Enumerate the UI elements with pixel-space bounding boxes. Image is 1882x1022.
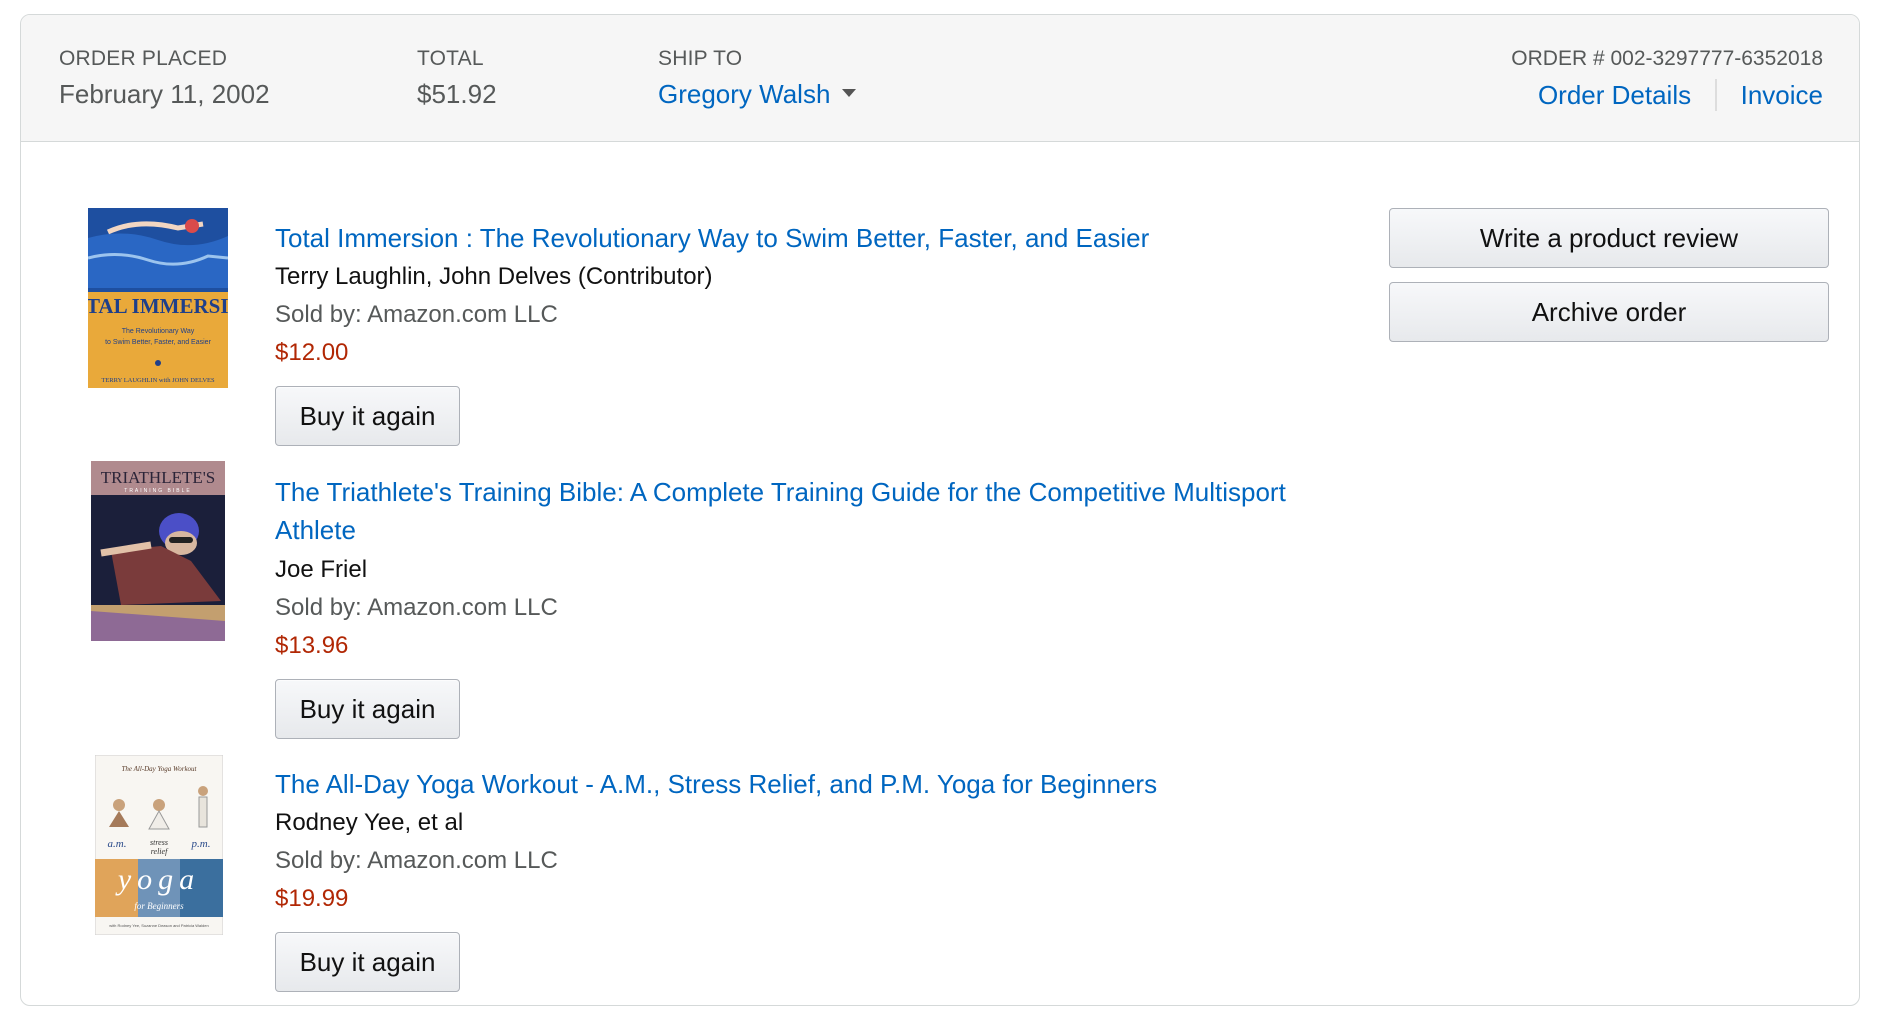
order-placed-date: February 11, 2002 [59,79,270,109]
buy-again-button[interactable]: Buy it again [275,679,460,739]
invoice-link[interactable]: Invoice [1741,80,1823,111]
svg-text:TRAINING BIBLE: TRAINING BIBLE [124,488,191,494]
archive-order-button[interactable]: Archive order [1389,282,1829,342]
total-value: $51.92 [417,79,497,109]
svg-text:TRIATHLETE'S: TRIATHLETE'S [101,468,216,487]
svg-text:stress: stress [150,838,168,847]
buy-again-button[interactable]: Buy it again [275,932,460,992]
product-title-link[interactable]: Total Immersion : The Revolutionary Way … [275,219,1355,257]
svg-text:with Rodney Yee, Suzanne Deaso: with Rodney Yee, Suzanne Deason and Patr… [109,923,208,928]
svg-text:to Swim Better, Faster, and Ea: to Swim Better, Faster, and Easier [105,339,211,346]
order-links: Order Details Invoice [1538,79,1823,111]
buy-again-button[interactable]: Buy it again [275,386,460,446]
product-author: Joe Friel [275,556,368,583]
ship-to-label: SHIP TO [658,47,743,70]
product-title-link[interactable]: The Triathlete's Training Bible: A Compl… [275,473,1355,549]
svg-text:The All-Day Yoga Workout: The All-Day Yoga Workout [122,765,198,773]
order-card: ORDER PLACED February 11, 2002 TOTAL $51… [20,14,1860,1006]
svg-text:relief: relief [151,847,169,856]
product-image[interactable]: The All-Day Yoga Workout a.m. stress rel… [95,755,235,935]
svg-text:for Beginners: for Beginners [134,901,184,911]
ship-to-dropdown[interactable]: Gregory Walsh [658,79,857,110]
svg-text:TOTAL IMMERSION: TOTAL IMMERSION [88,294,228,318]
product-price: $19.99 [275,885,349,912]
sold-by: Sold by: Amazon.com LLC [275,301,558,328]
order-details-link[interactable]: Order Details [1538,80,1691,111]
svg-text:p.m.: p.m. [191,838,211,850]
product-price: $12.00 [275,339,349,366]
product-image[interactable]: TRIATHLETE'S TRAINING BIBLE [91,461,231,641]
product-author: Rodney Yee, et al [275,809,464,836]
ship-to-name[interactable]: Gregory Walsh [658,79,830,109]
sold-by: Sold by: Amazon.com LLC [275,847,558,874]
product-image[interactable]: TOTAL IMMERSION The Revolutionary Way to… [88,208,228,388]
order-header: ORDER PLACED February 11, 2002 TOTAL $51… [21,15,1859,142]
book-cover-yoga-workout[interactable]: The All-Day Yoga Workout a.m. stress rel… [95,755,224,935]
product-title-link[interactable]: The All-Day Yoga Workout - A.M., Stress … [275,765,1355,803]
total-label: TOTAL [417,47,484,70]
book-cover-triathletes-bible[interactable]: TRIATHLETE'S TRAINING BIBLE [91,461,225,641]
sold-by: Sold by: Amazon.com LLC [275,594,558,621]
svg-text:TERRY LAUGHLIN with JOHN DELVE: TERRY LAUGHLIN with JOHN DELVES [101,377,215,384]
link-divider [1715,79,1717,111]
svg-text:The Revolutionary Way: The Revolutionary Way [122,328,195,335]
svg-text:a.m.: a.m. [108,838,127,850]
product-author: Terry Laughlin, John Delves (Contributor… [275,263,713,290]
order-number: ORDER # 002-3297777-6352018 [1511,47,1823,70]
caret-down-icon[interactable] [842,89,857,98]
svg-text:yoga: yoga [115,863,200,896]
order-placed-label: ORDER PLACED [59,47,228,70]
write-review-button[interactable]: Write a product review [1389,208,1829,268]
product-price: $13.96 [275,632,349,659]
book-cover-total-immersion[interactable]: TOTAL IMMERSION The Revolutionary Way to… [88,208,228,388]
